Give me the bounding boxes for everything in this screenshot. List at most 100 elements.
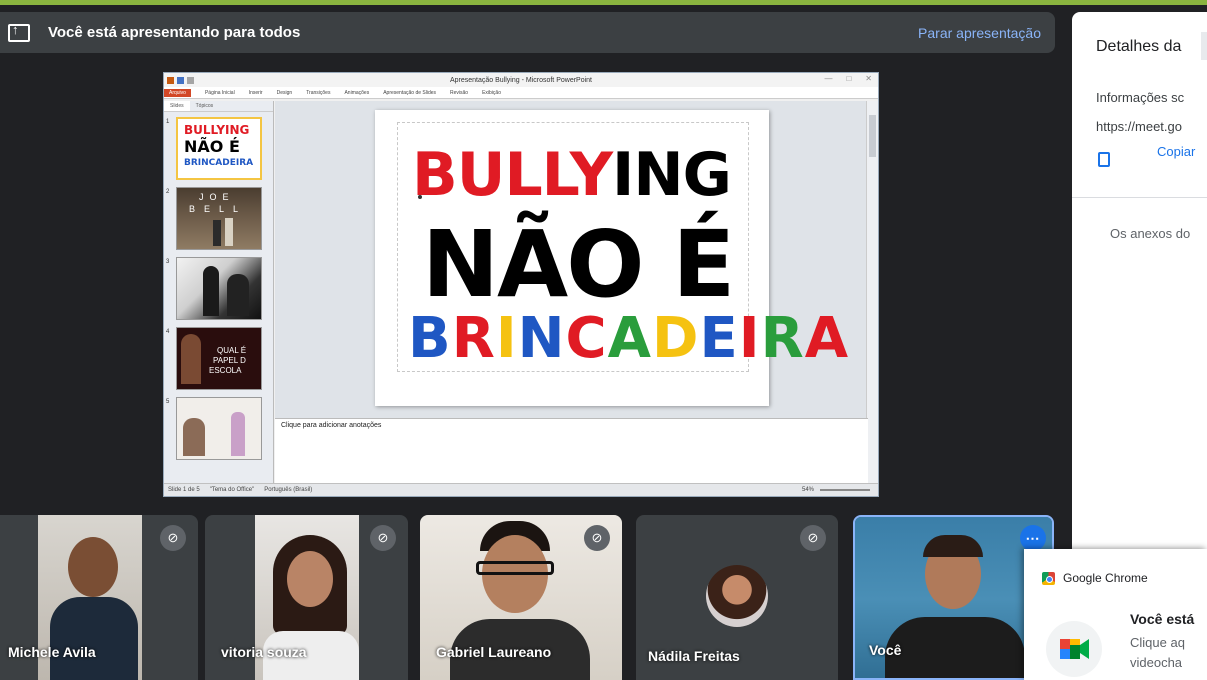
current-slide[interactable]: BULLYING NÃO É BRINCADEIRA — [375, 110, 848, 406]
mic-off-icon: ⊘ — [160, 525, 186, 551]
notes-pane[interactable]: Clique para adicionar anotações — [275, 418, 868, 485]
slide-thumbnail-row[interactable]: 3 — [166, 257, 272, 321]
ribbon-tab-slideshow[interactable]: Apresentação de Slides — [383, 90, 436, 96]
meeting-url: https://meet.go — [1096, 119, 1182, 134]
thumbnail-number: 5 — [166, 399, 170, 405]
slide-letter: E — [699, 306, 739, 371]
slide-thumbnail-row[interactable]: 4 QUAL É PAPEL D ESCOLA — [166, 327, 272, 391]
thumb-text-line: BULLYING — [184, 123, 250, 137]
shared-screen-powerpoint: Apresentação Bullying - Microsoft PowerP… — [163, 72, 879, 497]
slide-title-line3: BRINCADEIRA — [408, 311, 849, 367]
slide-letter: N — [517, 306, 566, 371]
slide-title-line2: NÃO É — [422, 211, 735, 318]
mic-off-icon: ⊘ — [584, 525, 610, 551]
ppt-titlebar: Apresentação Bullying - Microsoft PowerP… — [164, 73, 878, 87]
ribbon-tab-view[interactable]: Exibição — [482, 90, 501, 96]
ribbon-tab-design[interactable]: Design — [277, 90, 293, 96]
slide-letter: A — [607, 306, 652, 371]
window-controls[interactable]: — □ ✕ — [824, 74, 872, 83]
ppt-window-title: Apresentação Bullying - Microsoft PowerP… — [449, 76, 592, 84]
participant-avatar — [706, 565, 768, 627]
participant-tile[interactable]: ⊘ Gabriel Laureano — [420, 515, 622, 680]
thumbnail-number: 4 — [166, 329, 170, 335]
participant-tile[interactable]: ⊘ Michele Avila — [0, 515, 198, 680]
participant-name: Michele Avila — [8, 644, 96, 660]
thumb-text-line: BRINCADEIRA — [184, 158, 254, 168]
participant-name: Gabriel Laureano — [436, 644, 552, 660]
notification-title: Você está — [1130, 611, 1195, 627]
slide-editing-area: BULLYING NÃO É BRINCADEIRA — [275, 101, 868, 418]
ribbon-tab-insert[interactable]: Inserir — [249, 90, 263, 96]
mic-off-icon: ⊘ — [800, 525, 826, 551]
slide-thumbnail[interactable] — [176, 257, 262, 320]
notification-header: Google Chrome — [1042, 571, 1148, 585]
slide-thumbnail[interactable]: QUAL É PAPEL D ESCOLA — [176, 327, 262, 390]
ribbon-tab-review[interactable]: Revisão — [450, 90, 468, 96]
notification-app-name: Google Chrome — [1063, 571, 1148, 585]
slide-thumbnail[interactable]: JOE BELL — [176, 187, 262, 250]
stop-presenting-button[interactable]: Parar apresentação — [918, 25, 1041, 41]
participant-name: vitoria souza — [221, 644, 307, 660]
slide-counter: Slide 1 de 5 — [168, 487, 200, 493]
thumb-text-line: NÃO É — [184, 137, 240, 156]
tab-outline[interactable]: Tópicos — [190, 101, 220, 111]
slide-letter: I — [738, 306, 761, 371]
slide-thumbnail[interactable] — [176, 397, 262, 460]
ppt-ribbon: Arquivo Página Inicial Inserir Design Tr… — [164, 87, 878, 99]
slide-thumbnail[interactable]: BULLYING NÃO É BRINCADEIRA — [176, 117, 262, 180]
participant-tile[interactable]: ⊘ Nádila Freitas — [636, 515, 838, 680]
thumbnail-number: 1 — [166, 119, 170, 125]
ribbon-tab-file[interactable]: Arquivo — [164, 88, 191, 97]
slide-title-line1: BULLYING — [412, 145, 732, 205]
language-indicator: Português (Brasil) — [264, 487, 313, 493]
panel-close-button[interactable] — [1201, 32, 1207, 60]
notification-body-line: Clique aq — [1130, 635, 1185, 650]
notes-placeholder: Clique para adicionar anotações — [281, 422, 382, 429]
slide-thumbnail-row[interactable]: 2 JOE BELL — [166, 187, 272, 251]
ribbon-tab-home[interactable]: Página Inicial — [205, 90, 235, 96]
participant-name: Nádila Freitas — [648, 648, 740, 664]
more-options-icon[interactable]: ⋯ — [1020, 525, 1046, 551]
thumb-text-line: PAPEL D — [213, 356, 246, 365]
notification-body-line: videocha — [1130, 655, 1183, 670]
tab-slides[interactable]: Slides — [164, 101, 190, 111]
thumbnail-number: 2 — [166, 189, 170, 195]
google-meet-icon — [1046, 621, 1102, 677]
participant-name: Você — [869, 642, 902, 658]
slide-thumbnail-row[interactable]: 1 BULLYING NÃO É BRINCADEIRA — [166, 117, 272, 181]
panel-divider — [1072, 197, 1207, 198]
chrome-icon — [1042, 571, 1055, 585]
ribbon-tab-transitions[interactable]: Transições — [306, 90, 330, 96]
thumb-text-line: QUAL É — [217, 346, 247, 355]
slide-letter: I — [495, 306, 518, 371]
mic-off-icon: ⊘ — [370, 525, 396, 551]
theme-name: "Tema do Office" — [209, 487, 255, 493]
joining-info-label: Informações sc — [1096, 90, 1185, 105]
thumb-text-line: JOE — [199, 192, 235, 202]
zoom-control[interactable]: 54% — [802, 487, 870, 493]
present-screen-icon — [8, 22, 30, 42]
thumbnail-pane-tabs: Slides Tópicos — [164, 101, 273, 112]
thumb-text-line: BELL — [189, 204, 248, 214]
thumb-text-line: ESCOLA — [209, 366, 242, 375]
ribbon-tab-animations[interactable]: Animações — [344, 90, 369, 96]
slide-thumbnail-row[interactable]: 5 — [166, 397, 272, 461]
slide-title-placeholder[interactable]: BULLYING NÃO É BRINCADEIRA — [397, 122, 848, 372]
copy-info-button[interactable]: Copiar — [1157, 144, 1195, 159]
copy-icon[interactable] — [1098, 152, 1110, 167]
slide-letter: B — [408, 306, 452, 371]
zoom-level: 54% — [801, 487, 814, 493]
presenting-banner: Você está apresentando para todos Parar … — [0, 12, 1055, 53]
attachments-text: Os anexos do — [1110, 226, 1191, 241]
slide-word-bully: BULLY — [412, 140, 613, 210]
thumbnail-number: 3 — [166, 259, 170, 265]
slide-letter: R — [451, 306, 496, 371]
zoom-slider[interactable] — [820, 489, 870, 491]
slide-thumbnails-pane: Slides Tópicos 1 BULLYING NÃO É BRINCADE… — [164, 101, 274, 485]
top-accent-stripe — [0, 0, 1207, 5]
participant-tile[interactable]: ⊘ vitoria souza — [205, 515, 408, 680]
presenting-status-text: Você está apresentando para todos — [48, 24, 301, 41]
slide-letter: A — [804, 306, 850, 371]
chrome-notification[interactable]: Google Chrome Você está Clique aq videoc… — [1024, 549, 1207, 680]
slide-letter: D — [651, 306, 700, 371]
